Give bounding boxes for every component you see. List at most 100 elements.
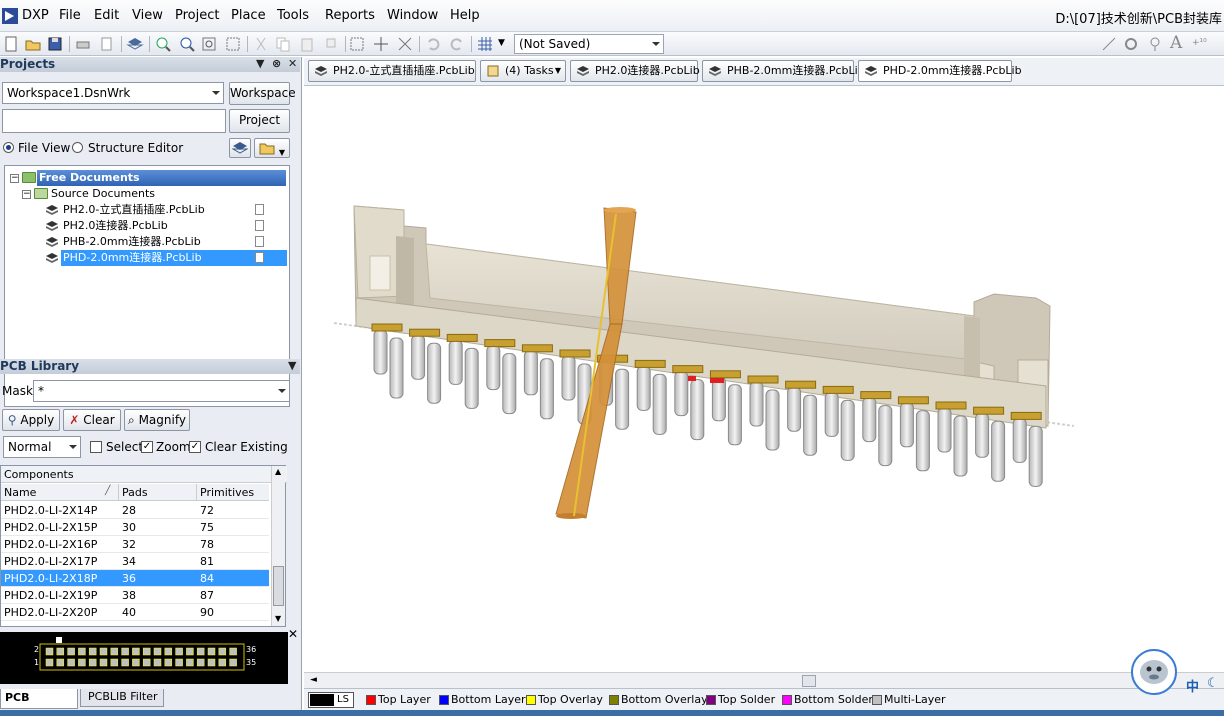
scroll-down-icon[interactable]: ▼ <box>275 614 281 623</box>
menu-reports[interactable]: Reports <box>325 8 375 23</box>
zoom-out-icon[interactable] <box>178 35 196 53</box>
tree-node-free-documents[interactable]: − Free Documents <box>5 170 289 186</box>
menu-project[interactable]: Project <box>175 8 219 23</box>
collapse-icon[interactable]: − <box>10 174 19 183</box>
table-row[interactable]: PHD2.0-LI-2X16P 32 78 <box>1 536 269 553</box>
zoom-fit-icon[interactable] <box>200 35 218 53</box>
redo-icon[interactable] <box>448 35 466 53</box>
rubber-stamp-icon[interactable] <box>322 35 340 53</box>
column-header-name[interactable]: Name <box>1 484 119 501</box>
menu-edit[interactable]: Edit <box>94 8 119 23</box>
layer-tab[interactable]: Bottom Solder <box>780 691 873 709</box>
close-icon[interactable]: ✕ <box>288 57 297 70</box>
zoom-in-icon[interactable] <box>154 35 172 53</box>
panel-menu-icon[interactable]: ▼ <box>288 359 296 372</box>
tree-file-0[interactable]: PH2.0-立式直插插座.PcbLib <box>5 202 289 218</box>
project-field[interactable] <box>2 109 226 133</box>
dxp-logo-icon[interactable] <box>2 8 18 24</box>
menu-help[interactable]: Help <box>450 8 480 23</box>
tree-file-2[interactable]: PHB-2.0mm连接器.PcbLib <box>5 234 289 250</box>
menu-view[interactable]: View <box>132 8 163 23</box>
scroll-up-icon[interactable]: ▲ <box>275 467 281 476</box>
zoom-area-icon[interactable] <box>224 35 242 53</box>
menu-window[interactable]: Window <box>387 8 438 23</box>
pin-icon[interactable]: ⊗ <box>272 57 281 70</box>
clear-existing-checkbox[interactable]: ✓ <box>189 441 201 453</box>
canvas-horizontal-scrollbar[interactable]: ◄ <box>304 672 1224 688</box>
layer-tab[interactable]: Bottom Layer <box>437 691 526 709</box>
variant-combo[interactable]: (Not Saved) <box>514 34 664 54</box>
column-header-pads[interactable]: Pads <box>119 484 197 501</box>
column-header-primitives[interactable]: Primitives <box>197 484 269 501</box>
moon-icon[interactable]: ☾ <box>1207 676 1219 691</box>
ime-indicator[interactable]: 中 <box>1186 676 1199 695</box>
table-row[interactable]: PHD2.0-LI-2X15P 30 75 <box>1 519 269 536</box>
via-tool-icon[interactable] <box>1146 35 1164 53</box>
scroll-thumb[interactable] <box>802 675 816 687</box>
project-button[interactable]: Project <box>229 109 290 133</box>
close-icon[interactable]: ✕ <box>288 627 298 641</box>
table-row[interactable]: PHD2.0-LI-2X19P 38 87 <box>1 587 269 604</box>
select-area-icon[interactable] <box>348 35 366 53</box>
compile-button[interactable] <box>229 138 251 158</box>
menu-dxp[interactable]: DXP <box>22 8 49 23</box>
open-icon[interactable] <box>24 35 42 53</box>
tab-pcblib-filter[interactable]: PCBLIB Filter <box>80 689 164 707</box>
layer-tab[interactable]: Bottom Overlay <box>607 691 708 709</box>
print-preview-icon[interactable] <box>98 35 116 53</box>
scroll-thumb[interactable] <box>273 566 284 606</box>
table-row[interactable]: PHD2.0-LI-2X18P 36 84 <box>1 570 269 587</box>
apply-button[interactable]: ⚲ Apply <box>2 409 60 431</box>
grid-icon[interactable] <box>476 35 494 53</box>
menu-place[interactable]: Place <box>231 8 266 23</box>
coordinate-tool-icon[interactable]: +¹⁰ <box>1192 38 1207 48</box>
line-tool-icon[interactable] <box>1100 35 1118 53</box>
layers-stack-icon[interactable] <box>126 35 144 53</box>
panel-menu-icon[interactable]: ▼ <box>256 57 264 70</box>
table-row[interactable]: PHD2.0-LI-2X17P 34 81 <box>1 553 269 570</box>
layer-tab[interactable]: Top Layer <box>364 691 431 709</box>
pcb-3d-canvas[interactable] <box>304 86 1224 672</box>
doc-tab-tasks[interactable]: (4) Tasks ▼ <box>480 60 566 82</box>
magnify-button[interactable]: ⌕ Magnify <box>124 409 190 431</box>
menu-file[interactable]: File <box>59 8 81 23</box>
move-icon[interactable] <box>372 35 390 53</box>
workspace-button[interactable]: Workspace <box>229 82 296 105</box>
components-grid[interactable]: Components Name ╱ Pads Primitives PHD2.0… <box>0 465 287 627</box>
doc-tab-0[interactable]: PH2.0-立式直插插座.PcbLib <box>308 60 476 82</box>
tree-file-1[interactable]: PH2.0连接器.PcbLib <box>5 218 289 234</box>
tree-file-3[interactable]: PHD-2.0mm连接器.PcbLib <box>5 250 289 266</box>
assistant-avatar-icon[interactable] <box>1130 648 1182 696</box>
tab-pcb-library[interactable]: PCB Library <box>0 689 78 716</box>
new-icon[interactable] <box>2 35 20 53</box>
file-view-radio[interactable] <box>3 142 14 153</box>
select-checkbox[interactable] <box>90 441 102 453</box>
cut-icon[interactable] <box>252 35 270 53</box>
structure-editor-radio[interactable] <box>72 142 83 153</box>
grid-scrollbar[interactable]: ▲ ▼ <box>271 466 285 626</box>
doc-tab-2[interactable]: PH2.0连接器.PcbLib <box>570 60 700 82</box>
doc-tab-3[interactable]: PHB-2.0mm连接器.PcbLib <box>702 60 865 82</box>
doc-tab-active[interactable]: PHD-2.0mm连接器.PcbLib <box>858 60 1022 82</box>
clear-button[interactable]: ✗ Clear <box>63 409 121 431</box>
scroll-left-icon[interactable]: ◄ <box>310 675 317 685</box>
copy-icon[interactable] <box>274 35 292 53</box>
deselect-icon[interactable] <box>396 35 414 53</box>
zoom-checkbox[interactable]: ✓ <box>141 441 153 453</box>
table-row[interactable]: PHD2.0-LI-2X20P 40 90 <box>1 604 269 621</box>
current-layer-indicator[interactable]: LS <box>308 692 354 708</box>
paste-icon[interactable] <box>298 35 316 53</box>
string-tool-icon[interactable]: A <box>1170 33 1182 53</box>
pad-tool-icon[interactable] <box>1122 35 1140 53</box>
layer-tab[interactable]: Multi-Layer <box>870 691 946 709</box>
collapse-icon[interactable]: − <box>22 190 31 199</box>
mask-input[interactable]: * <box>33 380 290 402</box>
mode-select[interactable]: Normal <box>3 436 81 458</box>
workspace-select[interactable]: Workspace1.DsnWrk <box>2 82 224 104</box>
undo-icon[interactable] <box>424 35 442 53</box>
save-icon[interactable] <box>46 35 64 53</box>
layer-tab[interactable]: Top Overlay <box>524 691 603 709</box>
menu-tools[interactable]: Tools <box>277 8 309 23</box>
table-row[interactable]: PHD2.0-LI-2X14P 28 72 <box>1 502 269 519</box>
project-options-button[interactable]: ▼ <box>254 138 290 158</box>
